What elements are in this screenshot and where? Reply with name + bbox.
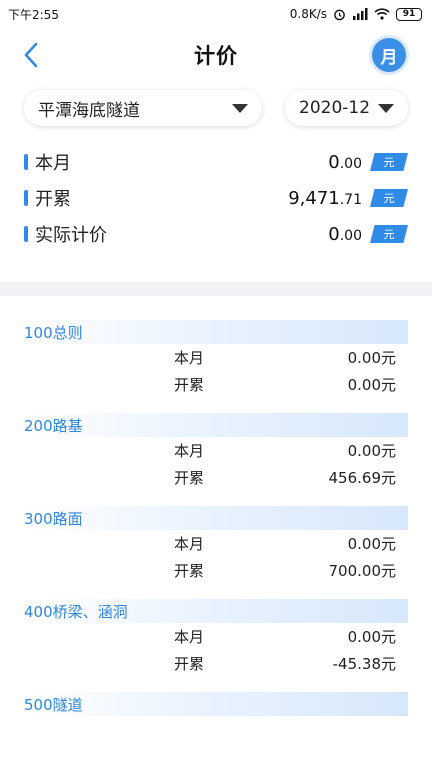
line-value: 0.00元 (347, 376, 396, 394)
summary-row-current-month: 本月 0.00 元 (24, 144, 408, 180)
list-item: 本月 0.00元 (24, 623, 408, 650)
list-item: 开累 456.69元 (24, 464, 408, 491)
list-item: 开累 -45.38元 (24, 650, 408, 677)
summary-label: 本月 (35, 153, 71, 174)
summary-label: 实际计价 (35, 225, 107, 246)
summary-value: 0.00 (328, 151, 362, 173)
line-value: 456.69元 (328, 469, 397, 487)
list-item: 本月 0.00元 (24, 437, 408, 464)
category-list: 100总则 本月 0.00元 开累 0.00元 200路基 本月 0.00元 开… (0, 296, 432, 716)
wifi-icon (374, 8, 390, 20)
list-item: 本月 0.00元 (24, 344, 408, 371)
category-section[interactable]: 500隧道 (24, 692, 408, 716)
category-title: 100总则 (24, 320, 408, 344)
status-time: 下午2:55 (8, 7, 59, 22)
month-select[interactable]: 2020-12 (285, 90, 408, 126)
pricing-page: 下午2:55 0.8K/s 91 计价 月 平潭海底隧道 2020-12 本月 … (0, 0, 432, 768)
category-section[interactable]: 400桥梁、涵洞 本月 0.00元 开累 -45.38元 (24, 599, 408, 677)
list-item: 本月 0.00元 (24, 530, 408, 557)
page-title: 计价 (194, 44, 238, 68)
summary-row-actual: 实际计价 0.00 元 (24, 216, 408, 252)
signal-icon (352, 8, 368, 20)
line-label: 开累 (174, 655, 205, 673)
month-select-value: 2020-12 (299, 98, 371, 118)
row-marker (24, 226, 28, 242)
category-title: 300路面 (24, 506, 408, 530)
line-value: 700.00元 (328, 562, 397, 580)
line-label: 开累 (174, 562, 205, 580)
line-value: 0.00元 (347, 628, 396, 646)
summary-label: 开累 (35, 189, 71, 210)
row-marker (24, 154, 28, 170)
line-label: 本月 (174, 535, 205, 553)
list-item: 开累 0.00元 (24, 371, 408, 398)
alarm-icon (333, 8, 346, 21)
category-title: 400桥梁、涵洞 (24, 599, 408, 623)
status-bar: 下午2:55 0.8K/s 91 (0, 0, 432, 28)
summary-panel: 本月 0.00 元 开累 9,471.71 元 实际计价 0.00 元 (0, 126, 432, 252)
network-speed: 0.8K/s (289, 7, 327, 21)
line-label: 本月 (174, 442, 205, 460)
category-title: 500隧道 (24, 692, 408, 716)
chevron-left-icon (24, 42, 38, 68)
caret-down-icon (378, 103, 394, 113)
line-value: 0.00元 (347, 349, 396, 367)
line-value: 0.00元 (347, 442, 396, 460)
category-section[interactable]: 100总则 本月 0.00元 开累 0.00元 (24, 320, 408, 398)
summary-value: 9,471.71 (288, 187, 362, 209)
category-title: 200路基 (24, 413, 408, 437)
period-toggle-button[interactable]: 月 (372, 38, 406, 72)
battery-icon: 91 (396, 7, 422, 21)
section-divider (0, 282, 432, 296)
line-value: 0.00元 (347, 535, 396, 553)
app-header: 计价 月 (0, 28, 432, 82)
unit-tag: 元 (370, 153, 408, 171)
line-label: 本月 (174, 628, 205, 646)
line-value: -45.38元 (332, 655, 396, 673)
filter-selectors: 平潭海底隧道 2020-12 (0, 82, 432, 126)
line-label: 开累 (174, 469, 205, 487)
category-section[interactable]: 300路面 本月 0.00元 开累 700.00元 (24, 506, 408, 584)
back-button[interactable] (14, 40, 48, 70)
line-label: 本月 (174, 349, 205, 367)
caret-down-icon (232, 103, 248, 113)
tunnel-select[interactable]: 平潭海底隧道 (24, 90, 262, 126)
status-indicators: 0.8K/s 91 (290, 7, 422, 21)
unit-tag: 元 (370, 189, 408, 207)
row-marker (24, 190, 28, 206)
list-item: 开累 700.00元 (24, 557, 408, 584)
category-section[interactable]: 200路基 本月 0.00元 开累 456.69元 (24, 413, 408, 491)
summary-value: 0.00 (328, 223, 362, 245)
summary-row-cumulative: 开累 9,471.71 元 (24, 180, 408, 216)
tunnel-select-value: 平潭海底隧道 (38, 100, 140, 121)
unit-tag: 元 (370, 225, 408, 243)
line-label: 开累 (174, 376, 205, 394)
